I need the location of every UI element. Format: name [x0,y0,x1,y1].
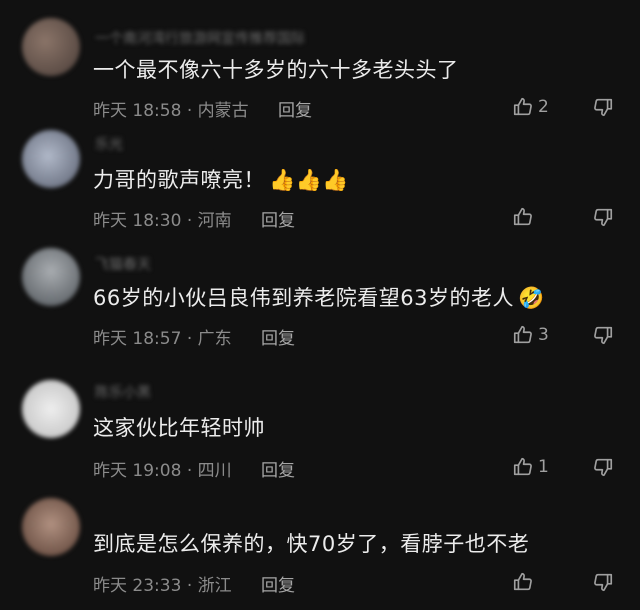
comment-time: 昨天 18:57 [93,329,182,349]
thumbs-up-icon [513,207,532,226]
meta-separator: · [186,211,193,231]
comment-emoji: 👍👍👍 [269,168,349,192]
comment-text: 这家伙比年轻时帅 [93,414,265,442]
thumbs-up-icon [513,572,532,591]
like-button[interactable]: 1 [512,456,549,478]
comment-location: 广东 [197,329,232,349]
like-button[interactable] [512,206,538,228]
comment-text-body: 力哥的歌声嘹亮！ [93,168,265,192]
meta-separator: · [186,101,193,121]
comment-text: 力哥的歌声嘹亮！ 👍👍👍 [93,166,349,194]
thumbs-up-icon [513,325,532,344]
thumbs-down-icon [594,98,613,117]
like-button[interactable] [512,571,538,593]
comment-time: 昨天 18:30 [93,211,182,231]
reply-button[interactable]: 回复 [278,101,312,121]
comment-location: 四川 [197,461,232,481]
comment-text: 到底是怎么保养的，快70岁了，看脖子也不老 [93,530,529,558]
dislike-button[interactable] [592,96,614,122]
comment-username[interactable]: 一个南河湾行旅游网宣传推荐国际 [95,28,305,48]
reply-button[interactable]: 回复 [261,329,295,349]
avatar[interactable] [22,498,80,556]
comment-time: 昨天 19:08 [93,461,182,481]
comment-text-body: 到底是怎么保养的，快70岁了，看脖子也不老 [93,532,530,556]
comment-username[interactable]: 飞猫春天 [95,254,151,274]
comment-time: 昨天 18:58 [93,101,182,121]
reply-button[interactable]: 回复 [261,576,295,596]
reply-button[interactable]: 回复 [261,211,295,231]
comment-meta: 昨天 23:33 · 浙江 回复 [93,571,295,596]
dislike-button[interactable] [592,456,614,482]
like-button[interactable]: 3 [512,324,549,346]
comment-text-body: 66岁的小伙吕良伟到养老院看望63岁的老人 [93,286,514,310]
thumbs-down-icon [594,573,613,592]
comment-location: 河南 [197,211,232,231]
like-count: 3 [538,325,549,345]
comment-username[interactable]: 陈乐小黑 [95,382,151,402]
thumbs-down-icon [594,458,613,477]
meta-separator: · [186,461,193,481]
thumbs-up-icon [513,97,532,116]
avatar[interactable] [22,130,80,188]
thumbs-down-icon [594,326,613,345]
comment-username[interactable]: 乐光 [95,134,123,154]
dislike-button[interactable] [592,571,614,597]
comment-text-body: 这家伙比年轻时帅 [93,416,265,440]
comment-text: 66岁的小伙吕良伟到养老院看望63岁的老人 🤣 [93,284,545,312]
thumbs-up-icon [513,457,532,476]
like-button[interactable]: 2 [512,96,549,118]
comment-meta: 昨天 18:30 · 河南 回复 [93,206,295,231]
comment-location: 内蒙古 [197,101,249,121]
meta-separator: · [186,329,193,349]
avatar[interactable] [22,248,80,306]
reply-button[interactable]: 回复 [261,461,295,481]
comment-text-body: 一个最不像六十多岁的六十多老头头了 [93,58,459,82]
comment-meta: 昨天 19:08 · 四川 回复 [93,456,295,481]
comment-meta: 昨天 18:58 · 内蒙古 回复 [93,96,312,121]
meta-separator: · [186,576,193,596]
comment-time: 昨天 23:33 [93,576,182,596]
avatar[interactable] [22,18,80,76]
avatar[interactable] [22,380,80,438]
dislike-button[interactable] [592,206,614,232]
comment-emoji: 🤣 [517,286,545,310]
thumbs-down-icon [594,208,613,227]
dislike-button[interactable] [592,324,614,350]
comment-text: 一个最不像六十多岁的六十多老头头了 [93,56,459,84]
like-count: 2 [538,97,549,117]
comment-meta: 昨天 18:57 · 广东 回复 [93,324,295,349]
comment-location: 浙江 [197,576,232,596]
like-count: 1 [538,457,549,477]
